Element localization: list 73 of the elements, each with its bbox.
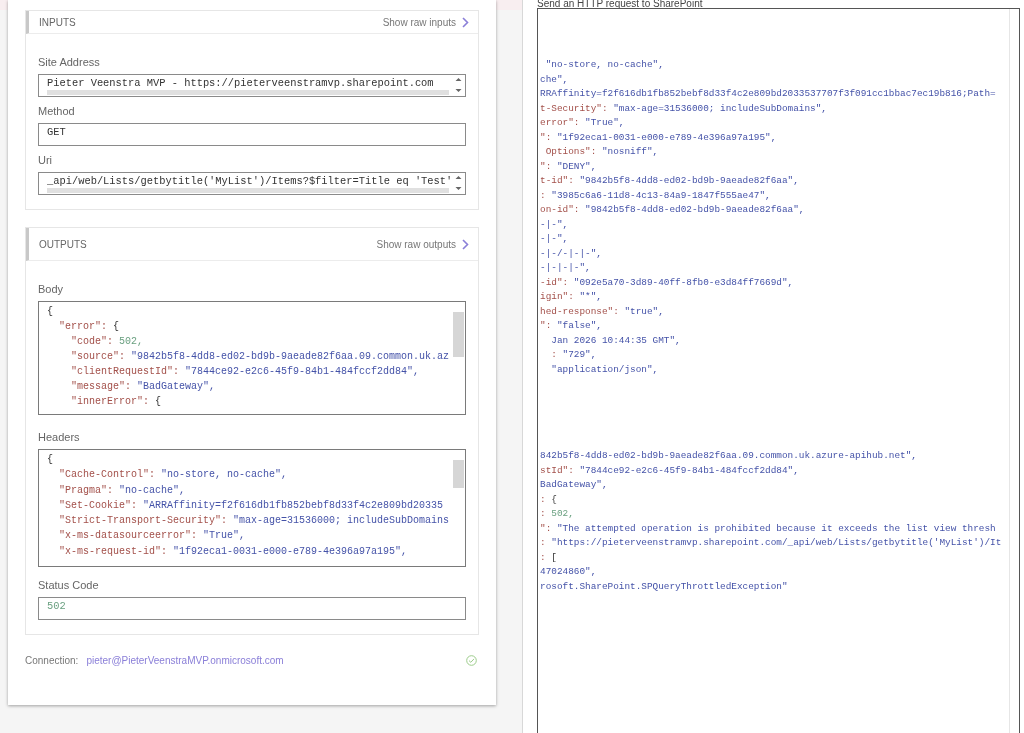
code-line: on-id": "9842b5f8-4dd8-ed02-bd9b-9aeade82f6aa", [540,203,805,217]
code-line: -|-", [540,217,569,232]
code-line: : { [540,492,557,507]
code-field[interactable]: { "error": { "code": 502, "source": "9842b5f8-4dd8-ed02-bd9b-9aeade82f6aa.09.common.uk.az "clientRequestId": "7844ce92-e2c6-45f9-84b1-484fccf2dd84", "message": "BadGateway", "innerError": { [38,301,466,415]
code-line: ": "The attempted operation is prohibited because it exceeds the list view thresh [540,521,996,536]
code-line: stId": "7844ce92-e2c6-45f9-84b1-484fccf2dd84", [540,463,799,478]
code-line: : "3985c6a6-11d8-4c13-84a9-1847f555ae47", [540,188,771,203]
scroll-arrows-icon[interactable] [454,76,463,94]
scrollbar-thumb[interactable] [47,188,449,193]
code-line: ": "false", [540,319,602,333]
code-line: RRAffinity=f2f616db1fb852bebf8d33f4c2e809bd2033537707f3f091cc1bbac7ec19b816;Path= [540,87,996,101]
code-line: "no-store, no-cache", [544,58,664,72]
scrollbar-thumb[interactable] [453,312,464,357]
input-field[interactable]: Pieter Veenstra MVP - https://pieterveenstramvp.sharepoint.com [38,74,466,97]
code-line: "x-ms-datasourceerror": "True", [58,529,246,544]
section-title: OUTPUTS [39,238,87,250]
code-line: ": "DENY", [540,159,597,174]
field-label: Site Address [38,56,101,68]
code-line: BadGateway", [540,478,608,492]
code-line: 47024860", [540,565,597,579]
code-line: Options": "nosniff", [544,145,659,159]
scroll-arrows-icon[interactable] [454,174,463,192]
code-line: ": "1f92eca1-0031-e000-e789-4e396a97a195", [540,130,777,145]
account-link[interactable]: pieter@PieterVeenstraMVP.onmicrosoft.com [86,655,458,666]
code-line: "application/json", [550,362,659,377]
input-field[interactable]: GET [38,123,466,146]
field-label: Method [38,105,76,117]
field-label: Body [38,283,65,295]
code-line: { [47,453,53,467]
code-line: -|-|-|-", [540,261,591,275]
chevron-right-icon [462,16,469,28]
code-line: "clientRequestId": "7844ce92-e2c6-45f9-84b1-484fccf2dd84", [70,365,420,379]
field-label: Uri [38,154,54,166]
scrollbar-thumb[interactable] [453,460,464,488]
code-line: hed-response": "true", [540,304,664,319]
code-line: error": "True", [540,116,625,130]
code-line: : 502, [540,507,574,521]
code-line: "Pragma": "no-cache", [58,483,186,498]
code-line: : [ [540,550,557,565]
code-line: t-Security": "max-age=31536000; includeSubDomains", [540,101,827,116]
code-line: "message": "BadGateway", [70,380,216,394]
code-line: Jan 2026 10:44:35 GMT", [550,333,681,348]
check-circle-icon [466,655,477,666]
code-line: 842b5f8-4dd8-ed02-bd9b-9aeade82f6aa.09.common.uk.azure-apihub.net", [540,449,917,463]
code-line: che", [540,72,569,87]
field-label: Headers [38,431,81,443]
code-line: "Strict-Transport-Security": "max-age=31536000; includeSubDomains [58,514,450,529]
connection-label: Connection: [25,655,79,666]
chevron-right-icon [462,238,469,250]
code-line: : "https://pieterveenstramvp.sharepoint.com/_api/web/Lists/getbytitle('MyList')/It [540,536,1002,550]
code-line: "Set-Cookie": "ARRAffinity=f2f616db1fb852bebf8d33f4c2e809bd20335 [58,498,444,513]
input-field[interactable]: _api/web/Lists/getbytitle('MyList')/Items?$filter=Title eq 'Test' [38,172,466,195]
code-line: -|-/-|-|-", [540,246,602,261]
code-line: rosoft.SharePoint.SPQueryThrottledException" [540,579,788,594]
code-line: igin": "*", [540,290,602,304]
code-line: : "729", [550,348,597,362]
code-line: "innerError": { [70,395,162,409]
show-raw-link[interactable]: Show raw outputs [376,238,469,250]
code-line: "code": 502, [70,335,144,349]
code-line: -id": "092e5a70-3d89-40ff-8fb0-e3d84ff7669d", [540,275,794,290]
code-line: "error": { [58,320,120,334]
field-label: Status Code [38,579,100,591]
code-line: -|-", [540,232,569,246]
code-line: "Cache-Control": "no-store, no-cache", [58,468,288,483]
scrollbar-thumb[interactable] [47,90,449,95]
code-line: { [47,305,53,319]
section-title: INPUTS [39,16,76,28]
code-line: t-id": "9842b5f8-4dd8-ed02-bd9b-9aeade82f6aa", [540,174,799,188]
code-line: "x-ms-request-id": "1f92eca1-0031-e000-e789-4e396a97a195", [58,544,408,559]
action-title: Send an HTTP request to SharePoint [537,0,704,8]
code-field[interactable] [38,449,466,567]
show-raw-link[interactable]: Show raw inputs [382,16,469,28]
code-line: "source": "9842b5f8-4dd8-ed02-bd9b-9aeade82f6aa.09.common.uk.az [70,350,450,364]
